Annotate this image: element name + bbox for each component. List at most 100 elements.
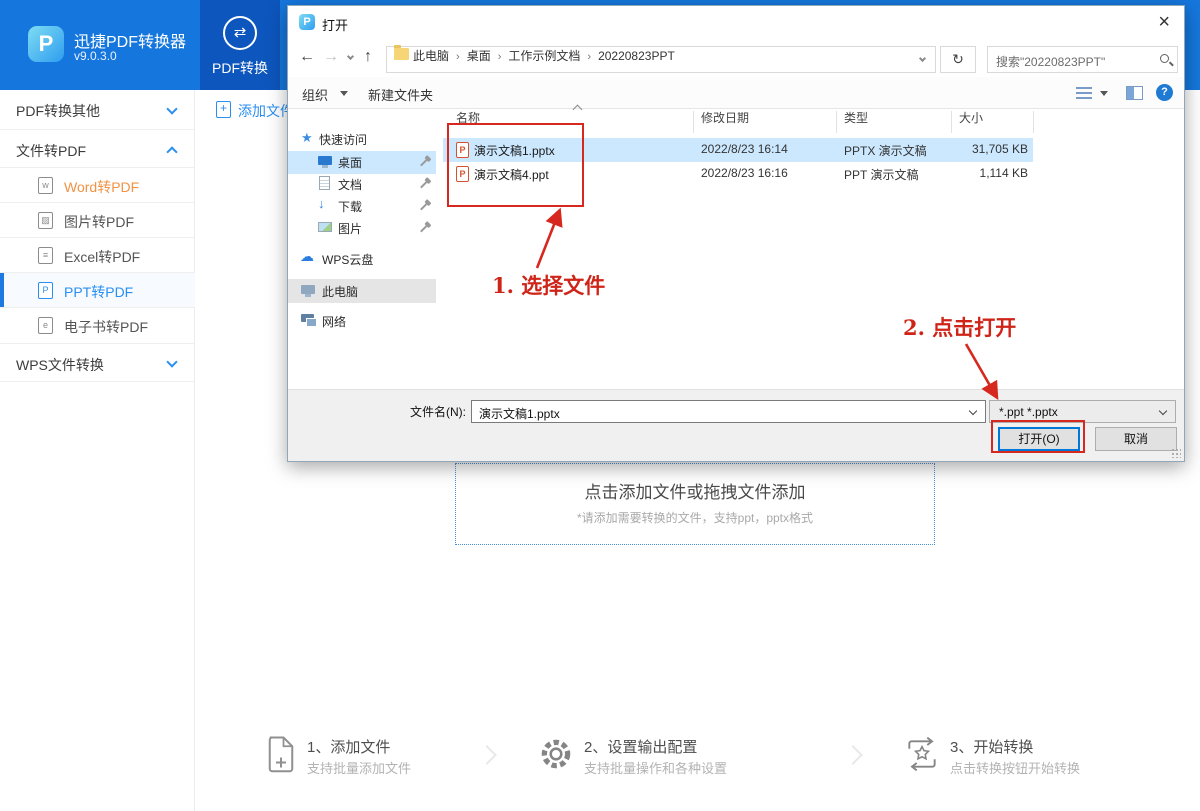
column-divider bbox=[951, 111, 952, 133]
nav-this-pc[interactable]: 此电脑 bbox=[288, 279, 436, 303]
sidebar-section-file-to-pdf[interactable]: 文件转PDF bbox=[0, 130, 195, 168]
this-pc-icon bbox=[301, 285, 315, 297]
step1-title: 1、添加文件 bbox=[307, 739, 391, 756]
chevron-up-icon bbox=[166, 146, 178, 158]
step-separator-icon bbox=[843, 745, 863, 765]
open-file-dialog: P 打开 × ← → ↑ 此电脑 › 桌面 › 工作示例文档 › 20220823PPT ↻… bbox=[287, 5, 1185, 462]
nav-documents[interactable]: 文档 bbox=[288, 173, 436, 196]
dropzone-subtitle: *请添加需要转换的文件，支持ppt，pptx格式 bbox=[576, 511, 814, 525]
step2-title: 2、设置输出配置 bbox=[584, 739, 698, 756]
convert-arrows-icon: ⇄ bbox=[223, 16, 257, 50]
breadcrumb-current-folder[interactable]: 20220823PPT bbox=[598, 49, 675, 63]
breadcrumb-this-pc[interactable]: 此电脑 bbox=[413, 49, 449, 63]
excel-file-icon: ≡ bbox=[38, 247, 53, 264]
sidebar-item-word-to-pdf[interactable]: w Word转PDF bbox=[0, 168, 195, 203]
chevron-down-icon bbox=[166, 356, 178, 368]
cancel-button[interactable]: 取消 bbox=[1095, 427, 1177, 451]
step-separator-icon bbox=[477, 745, 497, 765]
tab-label: PDF转换 bbox=[212, 60, 268, 76]
sidebar-item-ebook-to-pdf[interactable]: e 电子书转PDF bbox=[0, 308, 195, 344]
word-file-icon: w bbox=[38, 177, 53, 194]
chevron-down-icon bbox=[1158, 406, 1168, 416]
view-dropdown-icon[interactable] bbox=[1100, 91, 1108, 96]
column-header-date[interactable]: 修改日期 bbox=[701, 109, 749, 126]
file-dropzone[interactable]: 点击添加文件或拖拽文件添加 *请添加需要转换的文件，支持ppt，pptx格式 bbox=[455, 463, 935, 545]
documents-icon bbox=[319, 176, 330, 190]
dialog-app-icon: P bbox=[299, 14, 315, 30]
nav-desktop[interactable]: 桌面 bbox=[288, 151, 436, 174]
column-header-size[interactable]: 大小 bbox=[959, 109, 983, 126]
nav-pictures[interactable]: 图片 bbox=[288, 217, 436, 240]
breadcrumb-separator: › bbox=[456, 51, 460, 63]
app-root: P 迅捷PDF转换器 v9.0.3.0 ⇄ PDF转换 PDF转换其他 文件转P… bbox=[0, 0, 1200, 811]
column-divider bbox=[1033, 111, 1034, 133]
nav-quick-access[interactable]: ★ 快速访问 bbox=[288, 128, 436, 151]
breadcrumb-separator: › bbox=[497, 51, 502, 63]
history-dropdown-icon[interactable] bbox=[346, 52, 355, 61]
ebook-file-icon: e bbox=[38, 317, 53, 334]
breadcrumb-dropdown-icon[interactable] bbox=[918, 54, 927, 63]
breadcrumb-separator: › bbox=[587, 51, 592, 63]
organize-menu[interactable]: 组织 bbox=[302, 85, 328, 104]
back-button[interactable]: ← bbox=[299, 48, 315, 66]
refresh-button[interactable]: ↻ bbox=[940, 46, 976, 73]
dropzone-title: 点击添加文件或拖拽文件添加 bbox=[584, 483, 806, 502]
nav-downloads[interactable]: ↓ 下载 bbox=[288, 195, 436, 218]
app-version: v9.0.3.0 bbox=[74, 49, 117, 63]
close-icon[interactable]: × bbox=[1158, 10, 1170, 34]
sidebar-section-wps-convert[interactable]: WPS文件转换 bbox=[0, 344, 195, 382]
breadcrumb-desktop[interactable]: 桌面 bbox=[467, 49, 491, 63]
step1-desc: 支持批量添加文件 bbox=[307, 761, 412, 776]
column-header-type[interactable]: 类型 bbox=[844, 109, 868, 126]
up-button[interactable]: ↑ bbox=[364, 48, 372, 66]
sidebar-item-ppt-to-pdf[interactable]: P PPT转PDF bbox=[0, 273, 195, 308]
nav-wps-cloud[interactable]: ☁ WPS云盘 bbox=[288, 247, 436, 271]
annotation-step2-text: 2. 点击打开 bbox=[903, 315, 1017, 340]
breadcrumb-work-folder[interactable]: 工作示例文档 bbox=[508, 49, 580, 63]
organize-dropdown-icon bbox=[340, 91, 348, 96]
help-icon[interactable]: ? bbox=[1156, 84, 1173, 101]
convert-loop-icon bbox=[908, 736, 936, 772]
app-logo: P bbox=[28, 26, 64, 62]
annotation-step1-text: 1. 选择文件 bbox=[492, 273, 606, 298]
chevron-down-icon bbox=[166, 103, 178, 115]
settings-gear-icon bbox=[541, 739, 571, 769]
chevron-down-icon[interactable] bbox=[968, 406, 978, 416]
downloads-icon: ↓ bbox=[318, 196, 325, 211]
pin-icon bbox=[420, 180, 428, 189]
dialog-toolbar: 组织 新建文件夹 ? bbox=[288, 77, 1184, 109]
preview-pane-icon[interactable] bbox=[1126, 86, 1143, 100]
active-indicator bbox=[0, 273, 4, 307]
pin-icon bbox=[420, 224, 428, 233]
sidebar-item-image-to-pdf[interactable]: ▨ 图片转PDF bbox=[0, 203, 195, 238]
search-box[interactable]: 搜索"20220823PPT" bbox=[987, 46, 1178, 73]
pin-icon bbox=[420, 202, 428, 211]
add-file-icon: + bbox=[216, 101, 231, 118]
ppt-file-icon: P bbox=[38, 282, 53, 299]
column-divider bbox=[836, 111, 837, 133]
desktop-icon bbox=[318, 156, 332, 168]
resize-grip[interactable] bbox=[1171, 448, 1181, 458]
column-divider bbox=[693, 111, 694, 133]
forward-button[interactable]: → bbox=[323, 48, 339, 66]
sidebar-section-pdf-other[interactable]: PDF转换其他 bbox=[0, 90, 195, 130]
sidebar-item-excel-to-pdf[interactable]: ≡ Excel转PDF bbox=[0, 238, 195, 273]
list-view-icon[interactable] bbox=[1076, 87, 1092, 100]
network-icon bbox=[301, 314, 317, 327]
annotation-rect-files bbox=[447, 123, 584, 207]
annotation-rect-open-button bbox=[991, 420, 1085, 453]
new-folder-button[interactable]: 新建文件夹 bbox=[368, 85, 433, 104]
dialog-title: 打开 bbox=[322, 18, 349, 33]
pin-icon bbox=[420, 158, 428, 167]
step3-desc: 点击转换按钮开始转换 bbox=[950, 761, 1081, 776]
tab-pdf-convert[interactable]: ⇄ PDF转换 bbox=[200, 0, 280, 90]
search-icon bbox=[1160, 54, 1169, 63]
add-file-step-icon bbox=[268, 736, 294, 773]
filename-input[interactable]: 演示文稿1.pptx bbox=[471, 400, 986, 423]
filename-label: 文件名(N): bbox=[410, 405, 466, 419]
image-file-icon: ▨ bbox=[38, 212, 53, 229]
search-input[interactable]: 搜索"20220823PPT" bbox=[996, 53, 1105, 70]
breadcrumb[interactable]: 此电脑 › 桌面 › 工作示例文档 › 20220823PPT bbox=[386, 45, 936, 73]
pictures-icon bbox=[318, 222, 332, 232]
nav-network[interactable]: 网络 bbox=[288, 309, 436, 333]
